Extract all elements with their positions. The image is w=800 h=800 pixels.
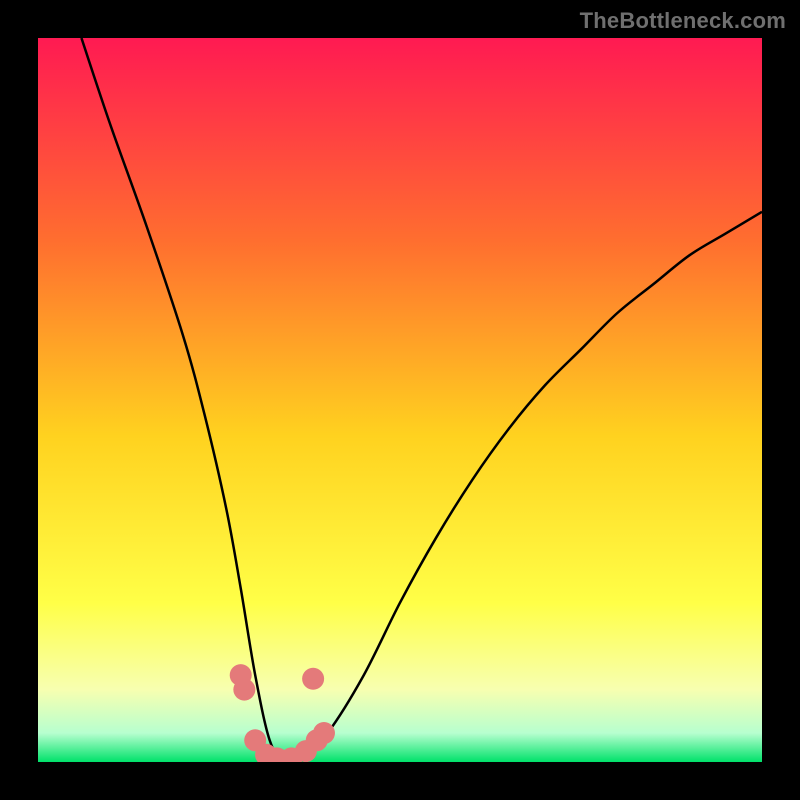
plot-area: [38, 38, 762, 762]
curve-marker: [302, 668, 324, 690]
watermark-text: TheBottleneck.com: [580, 8, 786, 34]
curve-markers: [230, 664, 335, 762]
curve-marker: [233, 679, 255, 701]
curve-layer: [38, 38, 762, 762]
bottleneck-curve: [81, 38, 762, 762]
curve-marker: [313, 722, 335, 744]
chart-frame: TheBottleneck.com: [0, 0, 800, 800]
